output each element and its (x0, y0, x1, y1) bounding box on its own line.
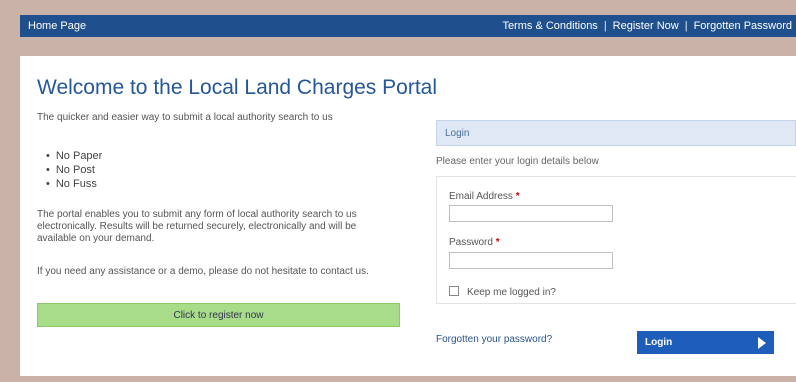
password-field[interactable] (449, 252, 613, 269)
list-item: No Fuss (46, 177, 102, 191)
portal-description: The portal enables you to submit any for… (37, 209, 357, 244)
top-navigation-bar: Home Page Terms & Conditions | Register … (20, 15, 796, 37)
terms-link[interactable]: Terms & Conditions (502, 20, 597, 32)
keep-logged-in-label: Keep me logged in? (467, 287, 556, 298)
top-links: Terms & Conditions | Register Now | Forg… (502, 20, 792, 32)
home-page-link[interactable]: Home Page (28, 20, 86, 32)
keep-logged-in-checkbox[interactable] (449, 286, 459, 296)
benefits-list: No Paper No Post No Fuss (46, 149, 102, 191)
login-subtitle: Please enter your login details below (436, 156, 599, 167)
content-panel: Welcome to the Local Land Charges Portal… (20, 56, 796, 376)
forgot-password-link[interactable]: Forgotten your password? (436, 334, 552, 345)
forgotten-password-link[interactable]: Forgotten Password (694, 20, 792, 32)
list-item: No Paper (46, 149, 102, 163)
register-now-link[interactable]: Register Now (613, 20, 679, 32)
register-button[interactable]: Click to register now (37, 303, 400, 327)
separator: | (684, 20, 688, 32)
assistance-text: If you need any assistance or a demo, pl… (37, 266, 369, 277)
email-field[interactable] (449, 205, 613, 222)
email-label: Email Address * (449, 191, 520, 202)
page-title: Welcome to the Local Land Charges Portal (37, 76, 438, 99)
play-arrow-icon (758, 336, 766, 349)
login-form: Email Address * Password * Keep me logge… (436, 176, 796, 304)
login-button[interactable]: Login (637, 331, 774, 354)
intro-text: The quicker and easier way to submit a l… (37, 112, 333, 123)
required-marker: * (515, 191, 520, 202)
login-header: Login (436, 120, 796, 146)
separator: | (603, 20, 607, 32)
login-button-label: Login (645, 337, 673, 348)
required-marker: * (495, 237, 500, 248)
password-label: Password * (449, 237, 500, 248)
list-item: No Post (46, 163, 102, 177)
